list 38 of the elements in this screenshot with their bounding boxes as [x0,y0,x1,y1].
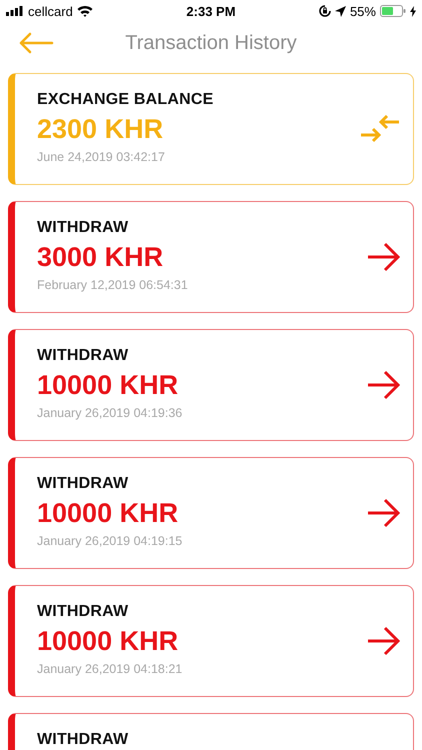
transaction-type: WITHDRAW [37,219,130,237]
wifi-icon [76,5,93,17]
status-time: 2:33 PM [186,4,236,18]
transaction-card[interactable]: EXCHANGE BALANCE 2300 KHR June 24,2019 03:42:17 [8,73,414,185]
transaction-card[interactable]: WITHDRAW 10000 KHR January 26,2019 04:19:36 [8,329,414,441]
arrow-right-icon [367,626,401,656]
transaction-date: June 24,2019 03:42:17 [37,150,166,164]
transaction-amount: 10000 KHR [37,370,180,401]
transaction-card[interactable]: WITHDRAW 3000 KHR February 12,2019 06:54:31 [8,201,414,313]
transaction-type: WITHDRAW [37,347,130,365]
exchange-arrows-icon [359,115,401,143]
transaction-date: January 26,2019 04:19:15 [37,534,182,548]
rotation-lock-icon [318,5,331,17]
battery-percent: 55% [350,4,376,18]
transaction-amount: 3000 KHR [37,242,164,273]
arrow-right-icon [367,242,401,272]
transaction-date: January 26,2019 04:19:36 [37,406,182,420]
arrow-right-icon [367,498,401,528]
transaction-date: January 26,2019 04:18:21 [37,662,182,676]
transaction-amount: 10000 KHR [37,498,180,529]
transaction-card[interactable]: WITHDRAW 10000 KHR January 26,2019 04:19:15 [8,457,414,569]
back-icon[interactable] [18,32,54,54]
transaction-amount: 10000 KHR [37,626,180,657]
transaction-type: WITHDRAW [37,603,130,621]
battery-icon [380,5,406,17]
page-title: Transaction History [125,32,297,54]
transaction-date: February 12,2019 06:54:31 [37,278,188,292]
arrow-right-icon [367,370,401,400]
transaction-type: WITHDRAW [37,475,130,493]
signal-icon [6,6,24,16]
charging-icon [410,6,416,16]
transaction-card[interactable]: WITHDRAW [8,713,414,750]
transaction-type: WITHDRAW [37,731,128,749]
carrier-name: cellcard [28,4,73,18]
transaction-card[interactable]: WITHDRAW 10000 KHR January 26,2019 04:18:21 [8,585,414,697]
location-icon [334,6,346,16]
transaction-type: EXCHANGE BALANCE [37,91,214,109]
transaction-amount: 2300 KHR [37,114,164,145]
